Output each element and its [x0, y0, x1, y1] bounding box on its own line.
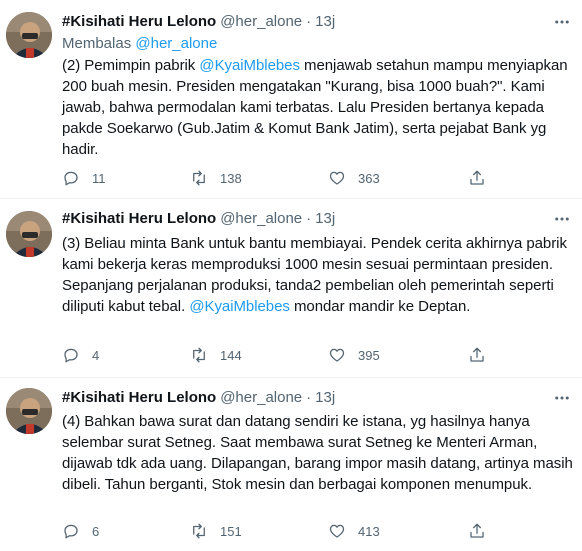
like-icon: [329, 171, 345, 185]
separator-dot: ·: [306, 210, 312, 227]
tweet-actions: 6 151 413: [58, 521, 498, 541]
more-icon: [555, 396, 569, 400]
user-handle[interactable]: @her_alone: [220, 209, 302, 229]
timestamp[interactable]: 13j: [315, 388, 335, 408]
reply-handle-link[interactable]: @her_alone: [135, 35, 217, 52]
like-button[interactable]: 413: [328, 521, 380, 541]
more-icon: [555, 20, 569, 24]
tweet-header: #Kisihati Heru Lelono @her_alone · 13j: [62, 388, 335, 408]
like-icon: [329, 348, 345, 362]
mention-link[interactable]: @KyaiMblebes: [199, 57, 300, 74]
reply-count: 4: [92, 347, 100, 363]
tweet-text: (4) Bahkan bawa surat dan datang sendiri…: [62, 411, 574, 495]
share-button[interactable]: [468, 345, 486, 365]
tweet[interactable]: #Kisihati Heru Lelono @her_alone · 13j (…: [0, 199, 582, 377]
like-button[interactable]: 395: [328, 345, 380, 365]
tweet[interactable]: #Kisihati Heru Lelono @her_alone · 13j (…: [0, 378, 582, 551]
retweet-count: 151: [220, 523, 242, 539]
more-options-button[interactable]: [552, 209, 572, 229]
share-button[interactable]: [468, 521, 486, 541]
like-icon: [329, 524, 345, 538]
tweet-text: (3) Beliau minta Bank untuk bantu membia…: [62, 233, 574, 317]
reply-button[interactable]: 4: [62, 345, 99, 365]
more-icon: [555, 217, 569, 221]
tweet[interactable]: #Kisihati Heru Lelono @her_alone · 13j M…: [0, 0, 582, 196]
tweet-actions: 11 138 363: [58, 168, 498, 188]
retweet-button[interactable]: 151: [190, 521, 242, 541]
reply-icon: [64, 171, 78, 186]
share-icon: [470, 523, 484, 538]
retweet-icon: [193, 523, 205, 539]
like-count: 363: [358, 170, 380, 186]
share-button[interactable]: [468, 168, 486, 188]
more-options-button[interactable]: [552, 388, 572, 408]
avatar[interactable]: [6, 388, 52, 434]
retweet-button[interactable]: 138: [190, 168, 242, 188]
retweet-count: 144: [220, 347, 242, 363]
like-count: 395: [358, 347, 380, 363]
share-icon: [470, 170, 484, 185]
mention-link[interactable]: @KyaiMblebes: [189, 298, 290, 315]
display-name[interactable]: #Kisihati Heru Lelono: [62, 388, 216, 408]
reply-button[interactable]: 6: [62, 521, 99, 541]
avatar[interactable]: [6, 12, 52, 58]
text-segment: (2) Pemimpin pabrik: [62, 57, 200, 74]
reply-count: 11: [92, 170, 106, 186]
display-name[interactable]: #Kisihati Heru Lelono: [62, 12, 216, 32]
tweet-actions: 4 144 395: [58, 345, 498, 365]
timestamp[interactable]: 13j: [315, 12, 335, 32]
reply-count: 6: [92, 523, 100, 539]
tweet-text: (2) Pemimpin pabrik @KyaiMblebes menjawa…: [62, 55, 574, 160]
reply-context: Membalas @her_alone: [62, 34, 217, 54]
reply-icon: [64, 524, 78, 539]
more-options-button[interactable]: [552, 12, 572, 32]
user-handle[interactable]: @her_alone: [220, 388, 302, 408]
reply-icon: [64, 348, 78, 363]
retweet-count: 138: [220, 170, 242, 186]
like-button[interactable]: 363: [328, 168, 380, 188]
avatar[interactable]: [6, 211, 52, 257]
text-segment: mondar mandir ke Deptan.: [289, 298, 471, 315]
separator-dot: ·: [306, 13, 312, 30]
display-name[interactable]: #Kisihati Heru Lelono: [62, 209, 216, 229]
user-handle[interactable]: @her_alone: [220, 12, 302, 32]
separator-dot: ·: [306, 389, 312, 406]
reply-button[interactable]: 11: [62, 168, 106, 188]
timestamp[interactable]: 13j: [315, 209, 335, 229]
like-count: 413: [358, 523, 380, 539]
share-icon: [470, 347, 484, 362]
retweet-button[interactable]: 144: [190, 345, 242, 365]
tweet-header: #Kisihati Heru Lelono @her_alone · 13j: [62, 12, 335, 32]
retweet-icon: [193, 347, 205, 363]
reply-prefix: Membalas: [62, 35, 132, 52]
tweet-header: #Kisihati Heru Lelono @her_alone · 13j: [62, 209, 335, 229]
retweet-icon: [193, 170, 205, 186]
text-segment: (4) Bahkan bawa surat dan datang sendiri…: [62, 413, 573, 493]
